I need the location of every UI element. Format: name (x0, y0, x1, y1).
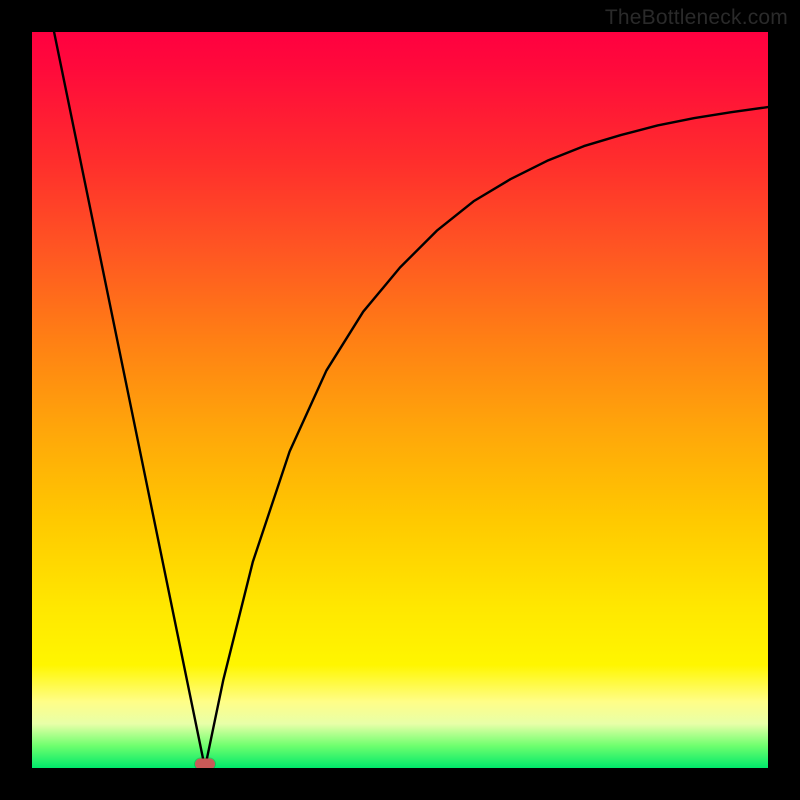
plot-area (32, 32, 768, 768)
watermark-label: TheBottleneck.com (605, 6, 788, 30)
chart-frame: TheBottleneck.com (0, 0, 800, 800)
dip-marker-icon (195, 759, 215, 769)
bottleneck-curve (32, 32, 768, 768)
